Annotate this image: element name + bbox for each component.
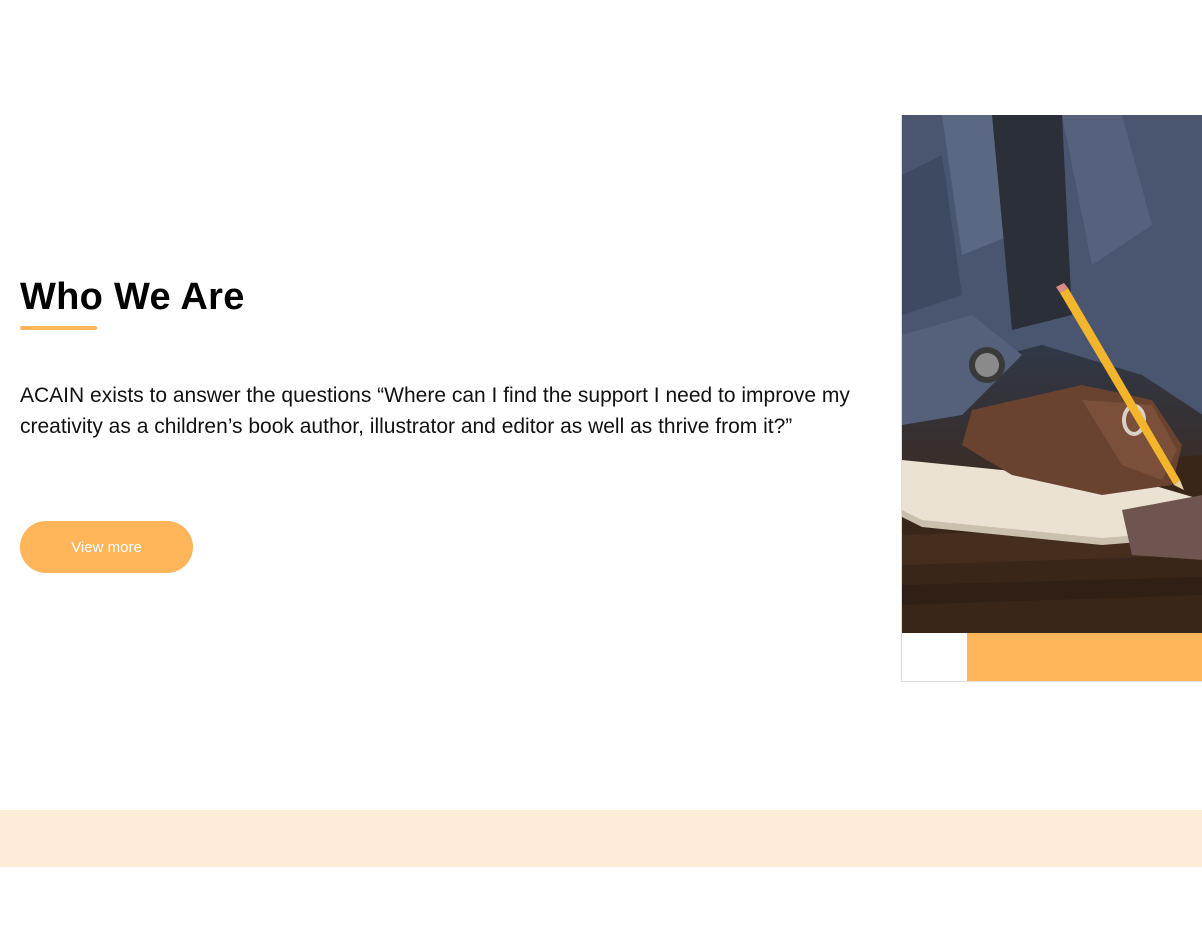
section-description: ACAIN exists to answer the questions “Wh… [20, 384, 850, 438]
image-card [901, 115, 1202, 682]
title-underline [20, 326, 97, 330]
footer-band [0, 810, 1202, 867]
view-more-button[interactable]: View more [20, 521, 193, 573]
photo-illustration [902, 115, 1202, 633]
image-accent-bar [967, 633, 1202, 681]
writing-photo [902, 115, 1202, 633]
who-we-are-section: Who We Are ACAIN exists to answer the qu… [0, 0, 1202, 944]
image-card-spacer [902, 633, 967, 681]
section-title: Who We Are [20, 276, 245, 318]
